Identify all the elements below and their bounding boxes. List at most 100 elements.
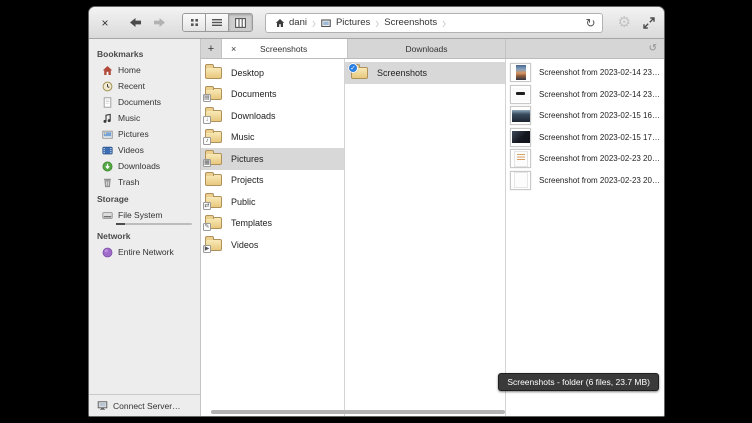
folder-label: Documents: [231, 89, 277, 99]
image-thumbnail: [510, 149, 531, 168]
list-view-icon: [212, 18, 222, 27]
column-home: Desktop ▤ Documents ↓ Downloads ♪ Music: [201, 59, 345, 416]
selected-check-icon: [348, 63, 358, 73]
window-close-button[interactable]: ×: [98, 16, 112, 30]
breadcrumb-separator: ›: [375, 13, 379, 31]
toolbar: ×: [89, 7, 664, 39]
tab-downloads[interactable]: Downloads: [348, 39, 506, 58]
file-row[interactable]: Screenshot from 2023-02-14 23…: [506, 84, 664, 106]
sidebar-item-pictures[interactable]: Pictures: [89, 126, 200, 142]
tab-label: Downloads: [405, 44, 447, 54]
folder-label: Downloads: [231, 111, 276, 121]
column-screenshots: Screenshot from 2023-02-14 23… Screensho…: [506, 59, 664, 416]
horizontal-scrollbar[interactable]: [211, 410, 505, 414]
file-row[interactable]: Screenshot from 2023-02-14 23…: [506, 62, 664, 84]
sidebar-item-label: Documents: [118, 97, 161, 107]
folder-row-downloads[interactable]: ↓ Downloads: [201, 105, 344, 127]
list-view-button[interactable]: [206, 14, 229, 31]
sidebar-item-entire-network[interactable]: Entire Network: [89, 244, 200, 260]
back-button[interactable]: [128, 16, 143, 29]
file-name: Screenshot from 2023-02-15 17…: [539, 133, 660, 142]
view-switcher: [182, 13, 253, 32]
clock-icon: [102, 81, 113, 92]
folder-icon: ✎: [205, 217, 222, 229]
file-row[interactable]: Screenshot from 2023-02-23 20…: [506, 148, 664, 170]
sidebar-item-recent[interactable]: Recent: [89, 78, 200, 94]
breadcrumb-home-label: dani: [289, 17, 307, 28]
folder-icon: [205, 67, 222, 79]
file-name: Screenshot from 2023-02-23 20…: [539, 176, 660, 185]
thumbnail-preview: [514, 151, 528, 167]
folder-emblem-icon: ▦: [203, 159, 211, 167]
folder-emblem-icon: ✎: [203, 223, 211, 231]
settings-gear-button[interactable]: ⚙: [618, 15, 631, 30]
folder-row-music[interactable]: ♪ Music: [201, 127, 344, 149]
photo-icon: [321, 17, 332, 28]
folder-info-tooltip: Screenshots - folder (6 files, 23.7 MB): [498, 373, 659, 391]
sidebar-item-label: Pictures: [118, 129, 149, 139]
breadcrumb-current[interactable]: Screenshots: [382, 17, 439, 28]
column-view-button[interactable]: [229, 14, 252, 31]
document-icon: [102, 97, 113, 108]
folder-label: Pictures: [231, 154, 264, 164]
sidebar-item-home[interactable]: Home: [89, 62, 200, 78]
sidebar-item-label: Music: [118, 113, 140, 123]
file-row[interactable]: Screenshot from 2023-02-15 17…: [506, 127, 664, 149]
trash-icon: [102, 177, 113, 188]
sidebar-item-file-system[interactable]: File System: [89, 207, 200, 223]
sidebar-item-trash[interactable]: Trash: [89, 174, 200, 190]
folder-label: Desktop: [231, 68, 264, 78]
sidebar-item-downloads[interactable]: Downloads: [89, 158, 200, 174]
breadcrumb-home[interactable]: dani: [272, 17, 309, 28]
tab-label: Screenshots: [236, 44, 347, 54]
new-tab-button[interactable]: +: [201, 39, 222, 58]
miller-columns: Desktop ▤ Documents ↓ Downloads ♪ Music: [201, 59, 664, 416]
folder-row-public[interactable]: ⇄ Public: [201, 191, 344, 213]
thumbnail-preview: [516, 65, 526, 80]
tab-close-icon[interactable]: ×: [222, 44, 236, 54]
folder-row-videos[interactable]: ▶ Videos: [201, 234, 344, 256]
file-row[interactable]: Screenshot from 2023-02-15 16…: [506, 105, 664, 127]
tab-screenshots[interactable]: × Screenshots: [222, 39, 348, 58]
fullscreen-button[interactable]: [643, 17, 655, 29]
sidebar-item-label: Videos: [118, 145, 144, 155]
breadcrumb-separator: ›: [442, 13, 446, 31]
folder-row-projects[interactable]: Projects: [201, 170, 344, 192]
sidebar-item-label: Recent: [118, 81, 145, 91]
refresh-button[interactable]: ↻: [585, 17, 595, 29]
forward-button[interactable]: [152, 16, 167, 29]
grid-view-button[interactable]: [183, 14, 206, 31]
folder-emblem-icon: ▤: [203, 94, 211, 102]
film-icon: [102, 145, 113, 156]
file-row[interactable]: Screenshot from 2023-02-23 20…: [506, 170, 664, 192]
main-area: + × Screenshots Downloads ↺ Desktop: [201, 39, 664, 416]
folder-emblem-icon: ↓: [203, 116, 211, 124]
connect-server-button[interactable]: Connect Server…: [89, 394, 200, 416]
folder-row-documents[interactable]: ▤ Documents: [201, 84, 344, 106]
folder-label: Templates: [231, 218, 272, 228]
sidebar-section-bookmarks: Bookmarks: [89, 45, 200, 62]
breadcrumb-separator: ›: [312, 13, 316, 31]
sidebar-item-music[interactable]: Music: [89, 110, 200, 126]
breadcrumb-pictures[interactable]: Pictures: [319, 17, 372, 28]
folder-label: Music: [231, 132, 255, 142]
path-bar[interactable]: dani › Pictures › Screenshots › ↻: [265, 13, 603, 33]
folder-row-templates[interactable]: ✎ Templates: [201, 213, 344, 235]
file-name: Screenshot from 2023-02-15 16…: [539, 111, 660, 120]
folder-row-screenshots-selected[interactable]: Screenshots: [345, 62, 505, 84]
expand-arrows-icon: [643, 17, 655, 29]
restore-closed-tab-button[interactable]: ↺: [649, 39, 664, 58]
sidebar-item-videos[interactable]: Videos: [89, 142, 200, 158]
photo-icon: [102, 129, 113, 140]
folder-icon: ▶: [205, 239, 222, 251]
breadcrumb-current-label: Screenshots: [384, 17, 437, 28]
folder-row-desktop[interactable]: Desktop: [201, 62, 344, 84]
home-icon: [102, 65, 113, 76]
server-icon: [97, 400, 108, 411]
folder-row-pictures-selected[interactable]: ▦ Pictures: [201, 148, 344, 170]
thumbnail-preview: [512, 88, 529, 101]
sidebar-item-documents[interactable]: Documents: [89, 94, 200, 110]
file-name: Screenshot from 2023-02-14 23…: [539, 68, 660, 77]
back-arrow-icon: [129, 17, 142, 28]
folder-icon: ▦: [205, 153, 222, 165]
